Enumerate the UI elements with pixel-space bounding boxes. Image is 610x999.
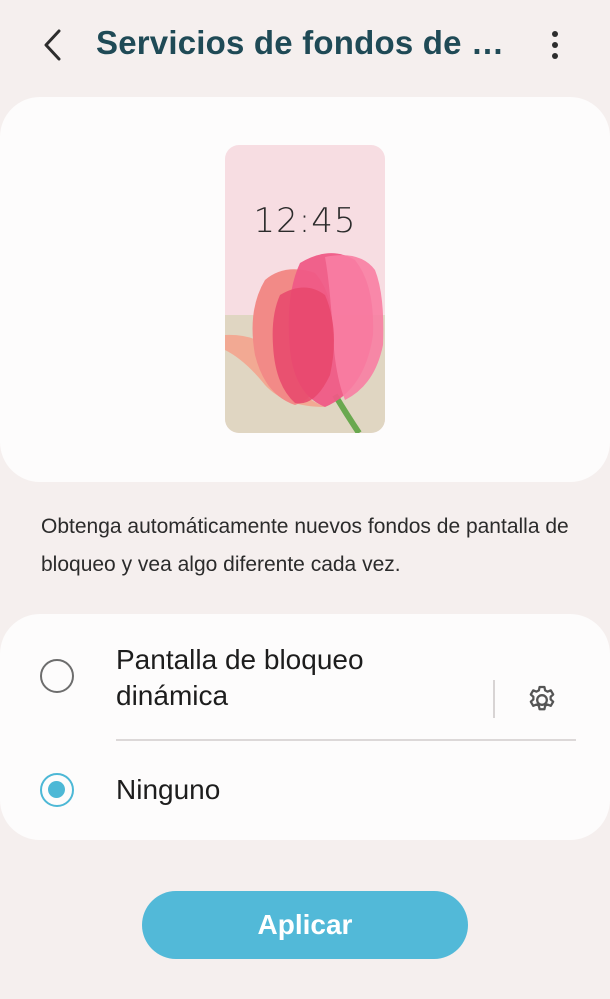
feature-description: Obtenga automáticamente nuevos fondos de… xyxy=(41,515,569,576)
radio-dynamic-lockscreen[interactable] xyxy=(40,659,74,693)
list-divider xyxy=(116,739,576,741)
vertical-divider xyxy=(493,680,495,718)
lockscreen-preview-image: 12:45 xyxy=(225,145,385,433)
option-dynamic-lockscreen[interactable]: Pantalla de bloqueo dinámica xyxy=(0,636,610,744)
tulip-wallpaper-illustration xyxy=(225,145,385,433)
page-title: Servicios de fondos de p... xyxy=(96,24,516,61)
app-header: Servicios de fondos de p... xyxy=(0,0,610,90)
preview-clock: 12:45 xyxy=(253,201,357,241)
option-label: Ninguno xyxy=(116,774,221,805)
apply-button[interactable]: Aplicar xyxy=(142,891,468,959)
chevron-left-icon xyxy=(44,29,61,61)
option-label: Pantalla de bloqueo dinámica xyxy=(116,644,364,711)
options-card: Pantalla de bloqueo dinámica Ninguno xyxy=(0,614,610,840)
more-options-button[interactable] xyxy=(533,22,577,68)
gear-icon xyxy=(529,685,555,711)
radio-none[interactable] xyxy=(40,773,74,807)
wallpaper-services-screen: Servicios de fondos de p... 12:45 Obteng… xyxy=(0,0,610,999)
option-none[interactable]: Ninguno xyxy=(0,744,610,836)
dynamic-lockscreen-settings-button[interactable] xyxy=(520,680,564,720)
more-vertical-icon xyxy=(552,31,558,59)
back-button[interactable] xyxy=(30,22,76,68)
lockscreen-preview-card: 12:45 xyxy=(0,97,610,482)
